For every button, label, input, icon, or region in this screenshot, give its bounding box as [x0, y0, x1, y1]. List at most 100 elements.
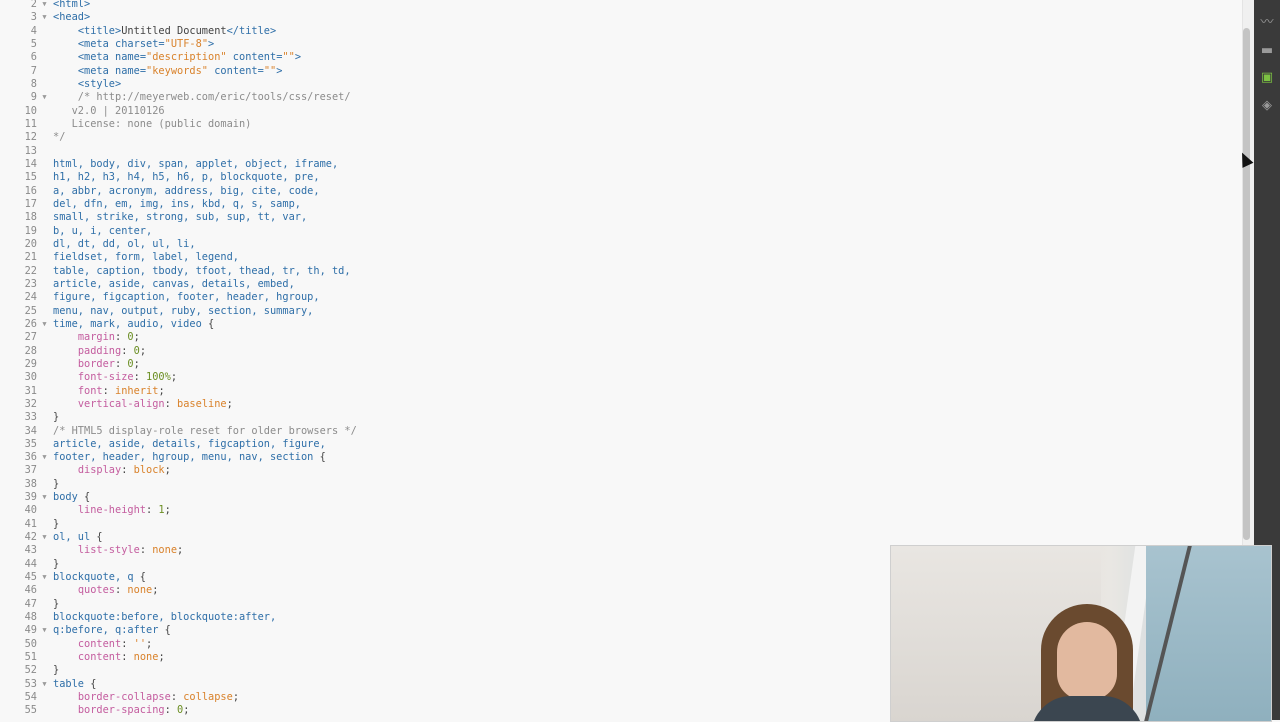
code-text: ol, ul { [53, 531, 103, 544]
fold-toggle-icon[interactable]: ▼ [40, 678, 49, 691]
code-token: ; [158, 384, 165, 397]
code-line[interactable]: 7 <meta name="keywords" content=""> [0, 65, 1242, 78]
code-token: none [127, 584, 153, 597]
activity-icon[interactable]: 〰 [1254, 13, 1280, 33]
gift-icon[interactable]: ▣ [1254, 68, 1280, 88]
code-token: > [276, 64, 283, 77]
fold-toggle-icon[interactable]: ▼ [40, 624, 49, 637]
fold-toggle-icon[interactable]: ▼ [40, 491, 49, 504]
code-line[interactable]: 12 */ [0, 131, 1242, 144]
code-line[interactable]: 29 border: 0; [0, 358, 1242, 371]
line-number: 12 [24, 131, 37, 144]
code-line[interactable]: 3 ▼ <head> [0, 11, 1242, 24]
code-line[interactable]: 15 h1, h2, h3, h4, h5, h6, p, blockquote,… [0, 171, 1242, 184]
code-token: article, aside, canvas, details, embed, [53, 277, 295, 290]
fold-toggle-icon[interactable]: ▼ [40, 0, 49, 11]
code-line[interactable]: 31 font: inherit; [0, 385, 1242, 398]
code-token: > [208, 37, 215, 50]
line-number: 27 [24, 331, 37, 344]
code-token: /* http://meyerweb.com/eric/tools/css/re… [53, 91, 351, 104]
code-token: : [115, 357, 128, 370]
code-line[interactable]: 21 fieldset, form, label, legend, [0, 251, 1242, 264]
code-line[interactable]: 20 dl, dt, dd, ol, ul, li, [0, 238, 1242, 251]
code-text: v2.0 | 20110126 [53, 105, 165, 118]
fold-toggle-icon[interactable]: ▼ [40, 531, 49, 544]
code-line[interactable]: 6 <meta name="description" content=""> [0, 51, 1242, 64]
fold-toggle-icon[interactable]: ▼ [40, 91, 49, 104]
line-number: 54 [24, 691, 37, 704]
code-text: font: inherit; [53, 385, 165, 398]
code-line[interactable]: 32 vertical-align: baseline; [0, 398, 1242, 411]
code-line[interactable]: 5 <meta charset="UTF-8"> [0, 38, 1242, 51]
code-line[interactable]: 38} [0, 478, 1242, 491]
code-token: body [53, 491, 84, 504]
code-line[interactable]: 8 <style> [0, 78, 1242, 91]
code-token: small, strike, strong, sub, sup, tt, var… [53, 211, 308, 224]
code-token: "description" [146, 51, 227, 64]
code-line[interactable]: 34 /* HTML5 display-role reset for older … [0, 425, 1242, 438]
code-token: : [164, 704, 178, 717]
code-line[interactable]: 33} [0, 411, 1242, 424]
fold-toggle-icon[interactable]: ▼ [40, 571, 49, 584]
code-line[interactable]: 28 padding: 0; [0, 345, 1242, 358]
code-line[interactable]: 14 html, body, div, span, applet, object,… [0, 158, 1242, 171]
code-line[interactable]: 11 License: none (public domain) [0, 118, 1242, 131]
code-token: table, caption, tbody, tfoot, thead, tr,… [53, 264, 351, 277]
vertical-scrollbar-thumb[interactable] [1243, 28, 1250, 540]
code-line[interactable]: 22 table, caption, tbody, tfoot, thead, t… [0, 265, 1242, 278]
line-number: 20 [24, 237, 37, 250]
code-text: a, abbr, acronym, address, big, cite, co… [53, 185, 320, 198]
line-number: 16 [24, 184, 37, 197]
code-line[interactable]: 10 v2.0 | 20110126 [0, 105, 1242, 118]
code-line[interactable]: 26 ▼ time, mark, audio, video { [0, 318, 1242, 331]
briefcase-icon[interactable]: ▬ [1254, 41, 1280, 61]
code-text: } [53, 664, 59, 677]
code-line[interactable]: 17 del, dfn, em, img, ins, kbd, q, s, sam… [0, 198, 1242, 211]
fold-toggle-icon[interactable]: ▼ [40, 451, 49, 464]
code-token: table [53, 677, 91, 690]
code-line[interactable]: 13 [0, 145, 1242, 158]
code-line[interactable]: 37 display: block; [0, 464, 1242, 477]
layers-icon[interactable]: ◈ [1254, 96, 1280, 116]
code-line[interactable]: 18 small, strike, strong, sub, sup, tt, v… [0, 211, 1242, 224]
code-token: content [77, 651, 122, 664]
code-line[interactable]: 40 line-height: 1; [0, 504, 1242, 517]
code-token: } [53, 597, 60, 610]
code-line[interactable]: 42 ▼ ol, ul { [0, 531, 1242, 544]
code-token: blockquote:before, blockquote:after, [53, 611, 277, 624]
fold-toggle-icon[interactable]: ▼ [40, 11, 49, 24]
code-line[interactable]: 24 figure, figcaption, footer, header, hg… [0, 291, 1242, 304]
code-token: <head> [53, 11, 91, 24]
code-line[interactable]: 2 ▼ <html> [0, 0, 1242, 11]
code-token: { [90, 677, 97, 690]
code-line[interactable]: 19 b, u, i, center, [0, 225, 1242, 238]
code-line[interactable]: 23 article, aside, canvas, details, embed… [0, 278, 1242, 291]
code-token: ; [133, 331, 140, 344]
code-token: vertical-align [77, 397, 165, 410]
line-number: 48 [24, 611, 37, 624]
code-token: font-size [77, 371, 134, 384]
code-line[interactable]: 39 ▼ body { [0, 491, 1242, 504]
code-line[interactable]: 9 ▼ /* http://meyerweb.com/eric/tools/css… [0, 91, 1242, 104]
code-line[interactable]: 16 a, abbr, acronym, address, big, cite, … [0, 185, 1242, 198]
code-line[interactable]: 25 menu, nav, output, ruby, section, summ… [0, 305, 1242, 318]
line-number: 35 [24, 437, 37, 450]
code-line[interactable]: 27 margin: 0; [0, 331, 1242, 344]
code-text: border-collapse: collapse; [53, 691, 239, 704]
line-number: 28 [24, 344, 37, 357]
code-token: } [53, 411, 60, 424]
code-token: <meta [77, 51, 116, 64]
line-number: 46 [24, 584, 37, 597]
code-line[interactable]: 4 <title>Untitled Document</title> [0, 25, 1242, 38]
code-token: padding [77, 344, 122, 357]
code-line[interactable]: 35 article, aside, details, figcaption, f… [0, 438, 1242, 451]
code-token: content [77, 637, 122, 650]
code-line[interactable]: 30 font-size: 100%; [0, 371, 1242, 384]
code-line[interactable]: 41} [0, 518, 1242, 531]
fold-toggle-icon[interactable]: ▼ [40, 318, 49, 331]
code-token: ; [152, 584, 159, 597]
code-line[interactable]: 36 ▼ footer, header, hgroup, menu, nav, se… [0, 451, 1242, 464]
